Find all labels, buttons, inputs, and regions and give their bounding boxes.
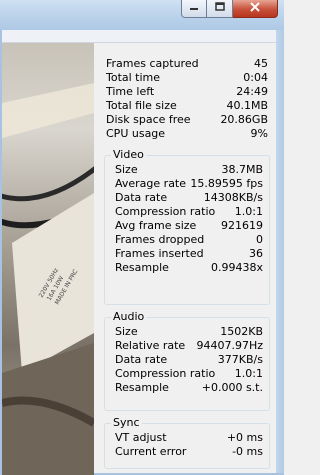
audio-label: Data rate (115, 353, 168, 366)
video-label: Avg frame size (115, 219, 197, 232)
audio-value: 377KB/s (217, 353, 263, 366)
video-group: Video Size 38.7MB Average rate 15.89595 fp… (104, 149, 270, 305)
caption-buttons (181, 0, 278, 19)
preview-image: 220V 50Hz 16A 10W MADE IN PRC (2, 83, 94, 475)
window-border-right[interactable] (276, 30, 284, 475)
capture-status-panel: Frames captured 45 Total time 0:04 Time le… (96, 43, 276, 473)
stat-row: Total file size 40.1MB (106, 99, 268, 113)
audio-row: Compression ratio 1.0:1 (115, 367, 263, 381)
stat-row: Time left 24:49 (106, 85, 268, 99)
video-value: 38.7MB (221, 163, 263, 176)
video-row: Avg frame size 921619 (115, 219, 263, 233)
audio-label: Resample (115, 381, 169, 394)
video-label: Average rate (115, 177, 187, 190)
sync-label: VT adjust (115, 431, 167, 444)
audio-row: Size 1502KB (115, 325, 263, 339)
stat-value: 0:04 (243, 71, 268, 84)
video-row: Resample 0.99438x (115, 261, 263, 275)
minimize-icon (189, 2, 199, 15)
video-row: Average rate 15.89595 fps (115, 177, 263, 191)
audio-label: Relative rate (115, 339, 186, 352)
video-label: Frames dropped (115, 233, 205, 246)
audio-group-title: Audio (113, 310, 145, 323)
stat-value: 20.86GB (220, 113, 268, 126)
audio-label: Compression ratio (115, 367, 216, 380)
audio-row: Relative rate 94407.97Hz (115, 339, 263, 353)
video-value: 1.0:1 (234, 205, 263, 218)
video-value: 0.99438x (211, 261, 263, 274)
video-value: 15.89595 fps (190, 177, 263, 190)
stat-value: 45 (254, 57, 268, 70)
audio-row: Data rate 377KB/s (115, 353, 263, 367)
video-row: Frames dropped 0 (115, 233, 263, 247)
audio-value: +0.000 s.t. (201, 381, 263, 394)
stat-label: Total file size (106, 99, 177, 112)
sync-value: -0 ms (232, 445, 263, 458)
stat-label: Disk space free (106, 113, 191, 126)
audio-row: Resample +0.000 s.t. (115, 381, 263, 395)
stat-label: Frames captured (106, 57, 199, 70)
video-row: Data rate 14308KB/s (115, 191, 263, 205)
stat-label: Time left (106, 85, 155, 98)
stat-row: Total time 0:04 (106, 71, 268, 85)
title-bar[interactable] (0, 0, 284, 30)
video-group-title: Video (113, 148, 144, 161)
video-value: 14308KB/s (203, 191, 263, 204)
minimize-button[interactable] (181, 0, 207, 18)
stat-label: CPU usage (106, 127, 166, 140)
video-label: Resample (115, 261, 169, 274)
video-row: Compression ratio 1.0:1 (115, 205, 263, 219)
sync-label: Current error (115, 445, 187, 458)
audio-label: Size (115, 325, 138, 338)
sync-group: Sync VT adjust +0 ms Current error -0 ms (104, 417, 270, 469)
video-label: Data rate (115, 191, 168, 204)
audio-value: 1.0:1 (234, 367, 263, 380)
video-label: Compression ratio (115, 205, 216, 218)
video-value: 0 (256, 233, 263, 246)
audio-group: Audio Size 1502KB Relative rate 94407.97Hz… (104, 311, 270, 411)
stat-row: Frames captured 45 (106, 57, 268, 71)
video-row: Size 38.7MB (115, 163, 263, 177)
video-value: 921619 (221, 219, 263, 232)
video-preview: 220V 50Hz 16A 10W MADE IN PRC (2, 43, 94, 475)
sync-group-title: Sync (113, 416, 140, 429)
stat-value: 24:49 (236, 85, 268, 98)
sync-row: Current error -0 ms (115, 445, 263, 459)
stat-value: 9% (250, 127, 268, 140)
stat-value: 40.1MB (226, 99, 268, 112)
menu-bar (2, 30, 276, 43)
video-label: Frames inserted (115, 247, 204, 260)
video-label: Size (115, 163, 138, 176)
stat-label: Total time (106, 71, 161, 84)
close-button[interactable] (233, 0, 278, 18)
summary-stats: Frames captured 45 Total time 0:04 Time le… (106, 57, 268, 141)
audio-value: 1502KB (220, 325, 263, 338)
sync-value: +0 ms (226, 431, 263, 444)
video-value: 36 (249, 247, 263, 260)
maximize-button[interactable] (207, 0, 233, 18)
stat-row: CPU usage 9% (106, 127, 268, 141)
video-row: Frames inserted 36 (115, 247, 263, 261)
sync-row: VT adjust +0 ms (115, 431, 263, 445)
stat-row: Disk space free 20.86GB (106, 113, 268, 127)
close-icon (249, 2, 261, 15)
maximize-icon (214, 2, 225, 15)
audio-value: 94407.97Hz (196, 339, 263, 352)
